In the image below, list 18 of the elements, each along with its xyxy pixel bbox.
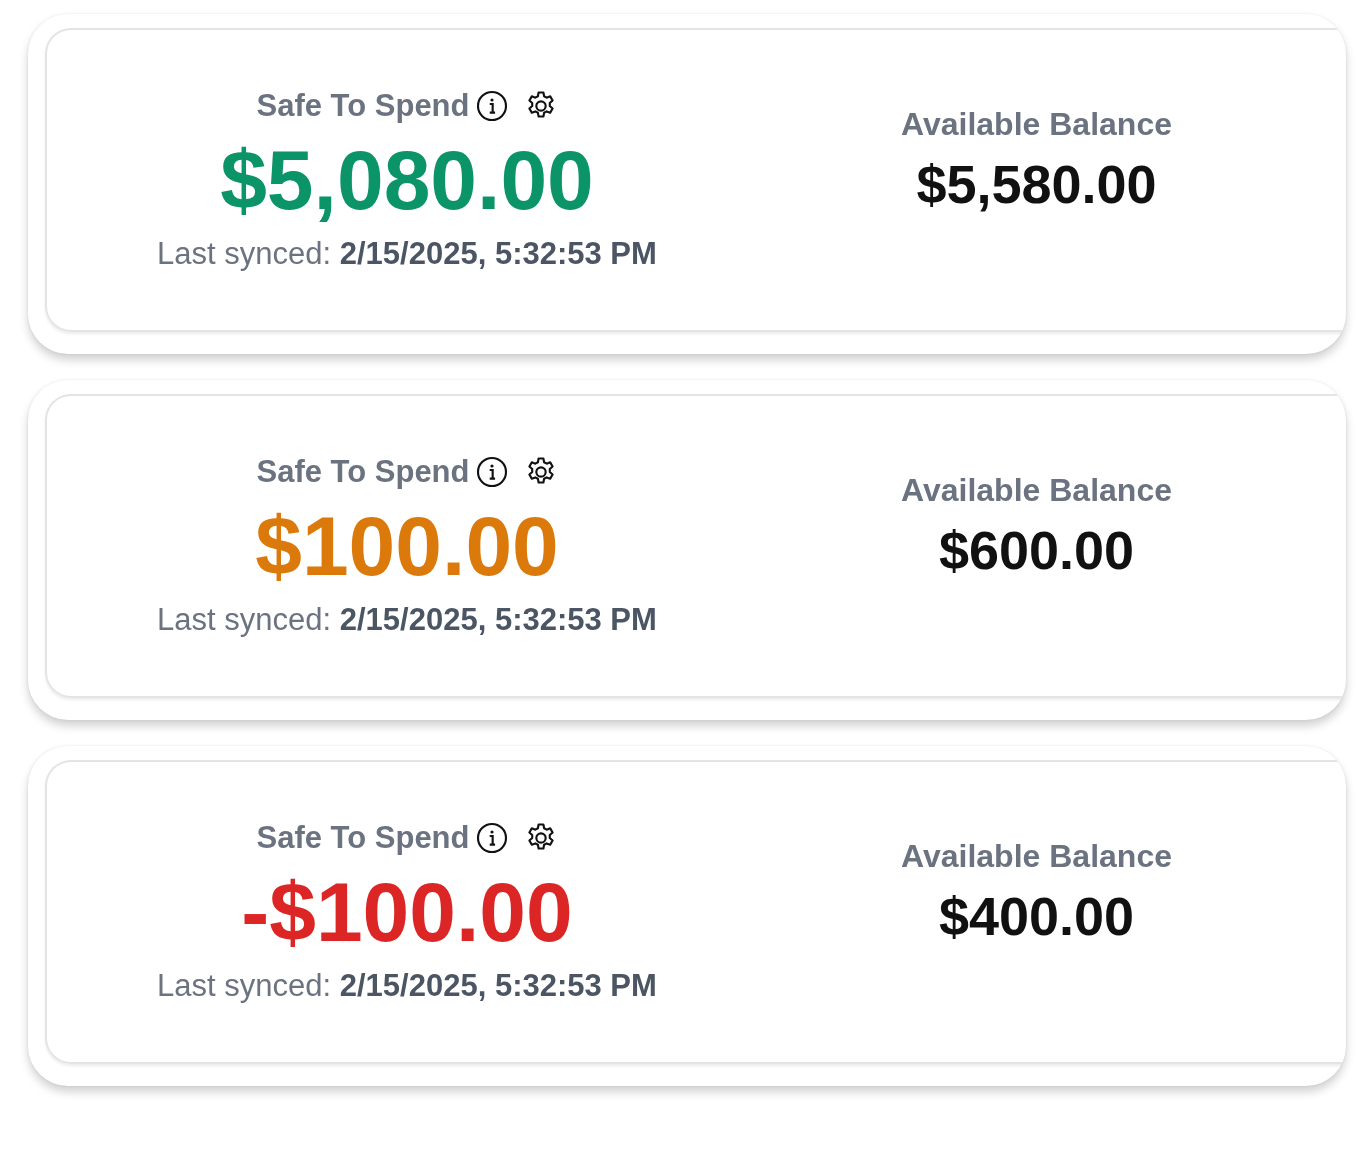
safe-to-spend-label: Safe To Spend bbox=[256, 453, 470, 490]
last-synced-text: Last synced: 2/15/2025, 5:32:53 PM bbox=[157, 602, 657, 639]
info-icon[interactable] bbox=[475, 821, 508, 854]
safe-to-spend-label: Safe To Spend bbox=[256, 819, 470, 856]
safe-to-spend-amount: -$100.00 bbox=[241, 867, 573, 957]
safe-to-spend-amount: $100.00 bbox=[255, 501, 559, 591]
available-balance-label: Available Balance bbox=[901, 471, 1172, 509]
available-balance-label: Available Balance bbox=[901, 837, 1172, 875]
available-balance-amount: $5,580.00 bbox=[916, 152, 1157, 215]
available-balance-amount: $400.00 bbox=[938, 884, 1135, 947]
safe-to-spend-label: Safe To Spend bbox=[256, 87, 470, 124]
available-balance-amount: $600.00 bbox=[938, 518, 1135, 581]
info-icon[interactable] bbox=[475, 89, 508, 122]
last-synced-text: Last synced: 2/15/2025, 5:32:53 PM bbox=[157, 236, 657, 273]
last-synced-text: Last synced: 2/15/2025, 5:32:53 PM bbox=[157, 968, 657, 1005]
info-icon[interactable] bbox=[475, 455, 508, 488]
safe-to-spend-amount: $5,080.00 bbox=[220, 135, 594, 225]
available-balance-label: Available Balance bbox=[901, 105, 1172, 143]
